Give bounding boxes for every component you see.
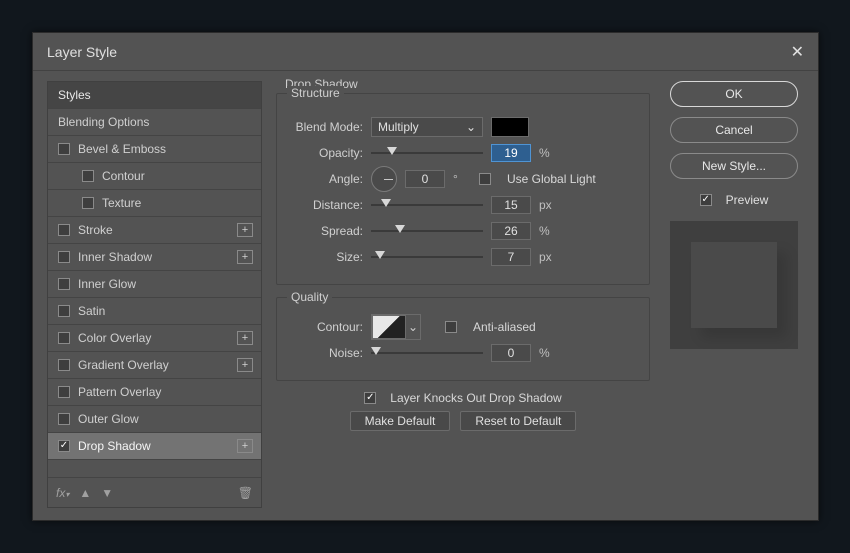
add-effect-icon[interactable]: +	[237, 439, 253, 453]
style-row[interactable]: Inner Glow	[48, 271, 261, 298]
styles-header[interactable]: Styles	[48, 82, 261, 109]
structure-fieldset: Structure Blend Mode: Multiply ⌄ Opacity…	[276, 93, 650, 285]
spread-input[interactable]: 26	[491, 222, 531, 240]
antialiased-label: Anti-aliased	[473, 320, 536, 334]
spread-label: Spread:	[291, 224, 363, 238]
angle-label: Angle:	[291, 172, 363, 186]
add-effect-icon[interactable]: +	[237, 358, 253, 372]
style-row[interactable]: Gradient Overlay +	[48, 352, 261, 379]
cancel-button[interactable]: Cancel	[670, 117, 798, 143]
right-column: OK Cancel New Style... ✓ Preview	[664, 81, 804, 508]
chevron-down-icon: ⌄	[406, 320, 420, 334]
new-style-button[interactable]: New Style...	[670, 153, 798, 179]
style-checkbox[interactable]	[58, 332, 70, 344]
close-icon[interactable]: ✕	[791, 42, 804, 62]
style-label: Stroke	[78, 223, 113, 237]
style-row[interactable]: Contour	[48, 163, 261, 190]
style-row[interactable]: Inner Shadow +	[48, 244, 261, 271]
structure-label: Structure	[287, 86, 344, 100]
style-row[interactable]: ✓ Drop Shadow +	[48, 433, 261, 460]
knockout-label: Layer Knocks Out Drop Shadow	[390, 391, 561, 405]
style-checkbox[interactable]	[58, 224, 70, 236]
style-label: Contour	[102, 169, 145, 183]
contour-swatch-icon	[372, 315, 406, 339]
preview-label: Preview	[726, 193, 769, 207]
size-input[interactable]: 7	[491, 248, 531, 266]
quality-fieldset: Quality Contour: ⌄ Anti-aliased Noise: 0…	[276, 297, 650, 381]
style-label: Gradient Overlay	[78, 358, 169, 372]
style-label: Texture	[102, 196, 141, 210]
contour-picker[interactable]: ⌄	[371, 314, 421, 340]
preview-checkbox[interactable]: ✓	[700, 194, 712, 206]
style-checkbox[interactable]	[58, 386, 70, 398]
shadow-color-swatch[interactable]	[491, 117, 529, 137]
blend-mode-select[interactable]: Multiply ⌄	[371, 117, 483, 137]
blending-options-row[interactable]: Blending Options	[48, 109, 261, 136]
styles-footer: fx▾ ▲ ▼ 🗑	[48, 477, 261, 507]
antialiased-checkbox[interactable]	[445, 321, 457, 333]
angle-dial[interactable]	[371, 166, 397, 192]
style-label: Pattern Overlay	[78, 385, 161, 399]
use-global-light-label: Use Global Light	[507, 172, 596, 186]
style-label: Drop Shadow	[78, 439, 151, 453]
style-checkbox[interactable]	[58, 359, 70, 371]
move-down-icon[interactable]: ▼	[101, 486, 113, 500]
trash-icon[interactable]: 🗑	[238, 486, 253, 500]
drop-shadow-panel: Drop Shadow Structure Blend Mode: Multip…	[276, 81, 650, 508]
noise-slider[interactable]	[371, 346, 483, 360]
layer-style-dialog: Layer Style ✕ Styles Blending Options Be…	[32, 32, 819, 521]
spread-slider[interactable]	[371, 224, 483, 238]
titlebar: Layer Style ✕	[33, 33, 818, 71]
quality-label: Quality	[287, 290, 332, 304]
style-label: Inner Glow	[78, 277, 136, 291]
add-effect-icon[interactable]: +	[237, 223, 253, 237]
dialog-title: Layer Style	[47, 44, 117, 60]
style-checkbox[interactable]	[58, 413, 70, 425]
ok-button[interactable]: OK	[670, 81, 798, 107]
style-row[interactable]: Texture	[48, 190, 261, 217]
style-label: Inner Shadow	[78, 250, 152, 264]
size-slider[interactable]	[371, 250, 483, 264]
style-row[interactable]: Satin	[48, 298, 261, 325]
styles-list: Styles Blending Options Bevel & Emboss Co…	[47, 81, 262, 508]
preview-thumbnail	[670, 221, 798, 349]
style-label: Bevel & Emboss	[78, 142, 166, 156]
noise-input[interactable]: 0	[491, 344, 531, 362]
make-default-button[interactable]: Make Default	[350, 411, 451, 431]
style-label: Outer Glow	[78, 412, 139, 426]
style-row[interactable]: Outer Glow	[48, 406, 261, 433]
move-up-icon[interactable]: ▲	[79, 486, 91, 500]
style-checkbox[interactable]	[58, 305, 70, 317]
add-effect-icon[interactable]: +	[237, 250, 253, 264]
fx-icon[interactable]: fx▾	[56, 486, 69, 500]
style-row[interactable]: Bevel & Emboss	[48, 136, 261, 163]
contour-label: Contour:	[291, 320, 363, 334]
style-checkbox[interactable]	[58, 278, 70, 290]
style-checkbox[interactable]	[82, 197, 94, 209]
style-checkbox[interactable]	[58, 251, 70, 263]
blend-mode-label: Blend Mode:	[291, 120, 363, 134]
distance-label: Distance:	[291, 198, 363, 212]
add-effect-icon[interactable]: +	[237, 331, 253, 345]
angle-input[interactable]: 0	[405, 170, 445, 188]
distance-slider[interactable]	[371, 198, 483, 212]
distance-input[interactable]: 15	[491, 196, 531, 214]
style-label: Satin	[78, 304, 105, 318]
opacity-label: Opacity:	[291, 146, 363, 160]
use-global-light-checkbox[interactable]	[479, 173, 491, 185]
style-checkbox[interactable]: ✓	[58, 440, 70, 452]
style-row[interactable]: Stroke +	[48, 217, 261, 244]
style-row[interactable]: Pattern Overlay	[48, 379, 261, 406]
style-checkbox[interactable]	[58, 143, 70, 155]
noise-label: Noise:	[291, 346, 363, 360]
reset-default-button[interactable]: Reset to Default	[460, 411, 576, 431]
chevron-down-icon: ⌄	[466, 120, 476, 134]
size-label: Size:	[291, 250, 363, 264]
opacity-input[interactable]: 19	[491, 144, 531, 162]
style-label: Color Overlay	[78, 331, 151, 345]
style-checkbox[interactable]	[82, 170, 94, 182]
knockout-checkbox[interactable]: ✓	[364, 392, 376, 404]
style-row[interactable]: Color Overlay +	[48, 325, 261, 352]
opacity-slider[interactable]	[371, 146, 483, 160]
